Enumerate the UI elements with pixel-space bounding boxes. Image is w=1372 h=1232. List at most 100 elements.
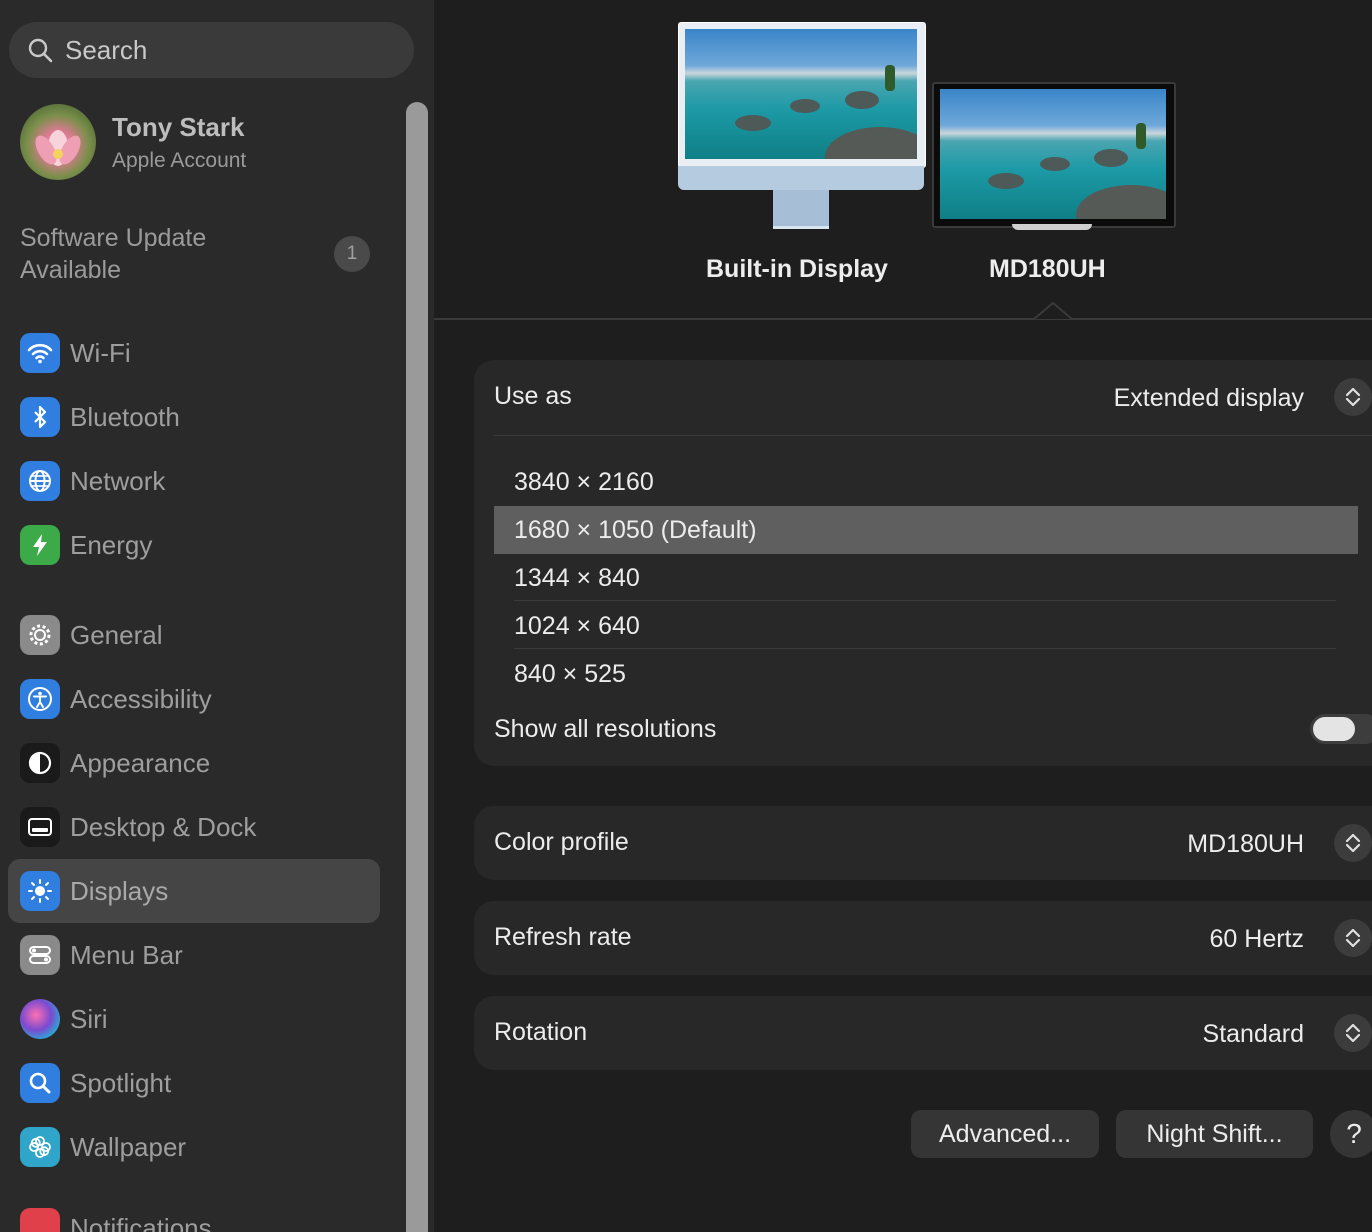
sidebar-item-label: Energy (70, 529, 153, 560)
refresh-rate-value[interactable]: 60 Hertz (1210, 925, 1304, 954)
globe-icon (20, 461, 60, 501)
sidebar-item-label: Notifications (70, 1212, 212, 1232)
rotation-row: Rotation Standard (474, 996, 1372, 1070)
chevron-updown-icon (1345, 1023, 1361, 1043)
sidebar-item-menu-bar[interactable]: Menu Bar (8, 923, 380, 987)
sidebar-item-notifications[interactable]: Notifications (8, 1196, 380, 1232)
resolution-option[interactable]: 1024 × 640 (494, 602, 1358, 650)
divider (434, 318, 1372, 320)
builtin-display-thumbnail[interactable] (678, 22, 926, 232)
advanced-button[interactable]: Advanced... (911, 1110, 1099, 1158)
color-profile-row: Color profile MD180UH (474, 806, 1372, 880)
selection-caret-icon (1034, 302, 1072, 320)
spotlight-icon (20, 1063, 60, 1103)
resolution-option[interactable]: 3840 × 2160 (494, 458, 1358, 506)
use-as-value[interactable]: Extended display (1114, 384, 1304, 413)
builtin-display-label[interactable]: Built-in Display (706, 255, 888, 284)
sidebar-item-general[interactable]: General (8, 603, 380, 667)
sidebar-item-wifi[interactable]: Wi-Fi (8, 321, 380, 385)
divider (494, 435, 1372, 436)
sidebar-item-label: Spotlight (70, 1067, 172, 1098)
sidebar-item-label: Wi-Fi (70, 337, 131, 368)
sidebar-item-bluetooth[interactable]: Bluetooth (8, 385, 380, 449)
dock-icon (20, 807, 60, 847)
sidebar-item-label: Network (70, 465, 166, 496)
avatar (20, 104, 96, 180)
divider (514, 600, 1336, 601)
sidebar-item-label: Appearance (70, 747, 211, 778)
sidebar-item-appearance[interactable]: Appearance (8, 731, 380, 795)
bell-icon (20, 1208, 60, 1232)
sidebar-item-label: Accessibility (70, 683, 212, 714)
external-display-label[interactable]: MD180UH (989, 255, 1106, 284)
software-update-label: Software Update (20, 224, 207, 252)
sidebar-item-siri[interactable]: Siri (8, 987, 380, 1051)
sun-icon (20, 871, 60, 911)
software-update-label-2: Available (20, 256, 122, 284)
sidebar-item-label: General (70, 619, 163, 650)
use-as-label: Use as (494, 382, 572, 410)
sidebar-item-wallpaper[interactable]: Wallpaper (8, 1115, 380, 1179)
account-subtitle: Apple Account (112, 148, 247, 172)
bluetooth-icon (20, 397, 60, 437)
divider (514, 648, 1336, 649)
sidebar-item-displays[interactable]: Displays (8, 859, 380, 923)
resolution-option[interactable]: 1344 × 840 (494, 554, 1358, 602)
refresh-rate-label: Refresh rate (494, 923, 632, 951)
rotation-value[interactable]: Standard (1203, 1020, 1304, 1049)
resolution-option-selected[interactable]: 1680 × 1050 (Default) (494, 506, 1358, 554)
search-icon (28, 38, 53, 63)
flower-icon (20, 1127, 60, 1167)
wallpaper-image (685, 29, 917, 159)
sidebar-item-label: Desktop & Dock (70, 811, 257, 842)
rotation-stepper[interactable] (1334, 1014, 1372, 1052)
siri-icon (20, 999, 60, 1039)
help-button[interactable]: ? (1330, 1110, 1372, 1158)
displays-pane: Built-in Display MD180UH Use as Extended… (434, 0, 1372, 1232)
show-all-resolutions-toggle[interactable] (1310, 714, 1372, 744)
update-count-badge: 1 (334, 236, 370, 272)
rotation-label: Rotation (494, 1018, 588, 1046)
refresh-rate-stepper[interactable] (1334, 919, 1372, 957)
apple-account[interactable]: Tony Stark Apple Account (20, 104, 246, 180)
accessibility-icon (20, 679, 60, 719)
sidebar-item-network[interactable]: Network (8, 449, 380, 513)
gear-icon (20, 615, 60, 655)
color-profile-label: Color profile (494, 828, 629, 856)
monitor-stand (773, 190, 829, 229)
menubar-icon (20, 935, 60, 975)
resolution-card: Use as Extended display 3840 × 2160 1680… (474, 360, 1372, 766)
night-shift-button[interactable]: Night Shift... (1116, 1110, 1313, 1158)
appearance-icon (20, 743, 60, 783)
wallpaper-image (940, 89, 1166, 219)
account-name: Tony Stark (112, 111, 245, 142)
sidebar: Search Tony Stark Apple Account Software… (0, 0, 434, 1232)
sidebar-item-energy[interactable]: Energy (8, 513, 380, 577)
external-display-thumbnail[interactable] (932, 82, 1176, 234)
chevron-updown-icon (1345, 833, 1361, 853)
lotus-avatar-icon (35, 130, 81, 166)
color-profile-stepper[interactable] (1334, 824, 1372, 862)
chevron-updown-icon (1345, 928, 1361, 948)
search-placeholder[interactable]: Search (65, 35, 147, 66)
resolution-option[interactable]: 840 × 525 (494, 650, 1358, 698)
use-as-stepper[interactable] (1334, 378, 1372, 416)
wifi-icon (20, 333, 60, 373)
sidebar-item-label: Displays (70, 875, 169, 906)
sidebar-item-label: Menu Bar (70, 939, 183, 970)
bolt-icon (20, 525, 60, 565)
sidebar-item-label: Wallpaper (70, 1131, 187, 1162)
sidebar-item-desktop-dock[interactable]: Desktop & Dock (8, 795, 380, 859)
monitor-stand (1012, 224, 1092, 230)
chevron-updown-icon (1345, 387, 1361, 407)
sidebar-item-label: Siri (70, 1003, 108, 1034)
sidebar-scrollbar[interactable] (406, 102, 428, 1232)
sidebar-item-spotlight[interactable]: Spotlight (8, 1051, 380, 1115)
show-all-resolutions-label: Show all resolutions (494, 715, 717, 743)
software-update-item[interactable]: Software Update Available 1 (20, 222, 370, 286)
sidebar-item-accessibility[interactable]: Accessibility (8, 667, 380, 731)
sidebar-item-label: Bluetooth (70, 401, 180, 432)
refresh-rate-row: Refresh rate 60 Hertz (474, 901, 1372, 975)
color-profile-value[interactable]: MD180UH (1187, 830, 1304, 859)
search-field[interactable]: Search (9, 22, 414, 78)
